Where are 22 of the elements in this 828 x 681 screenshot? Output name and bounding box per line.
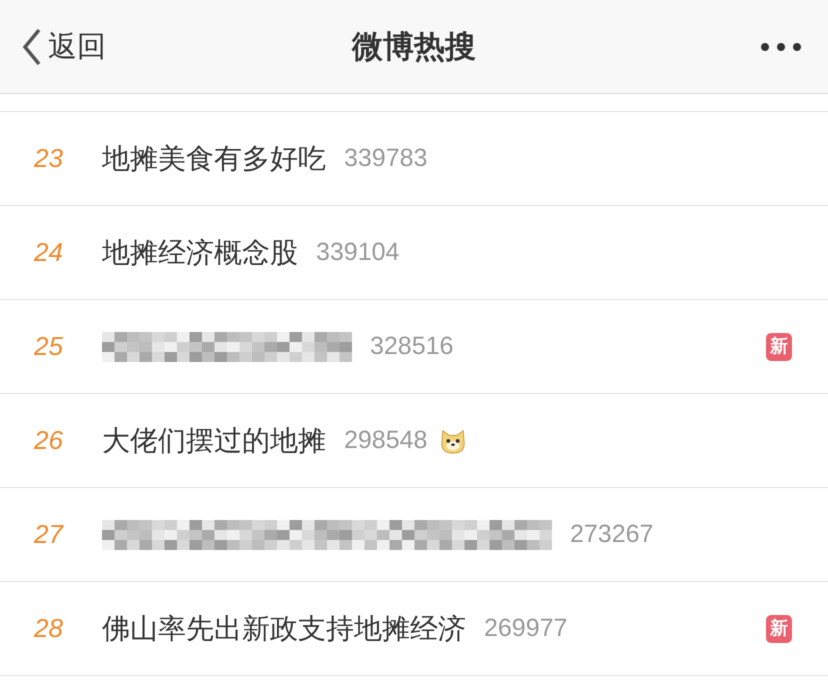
topic-title[interactable]: 地摊经济概念股 — [102, 234, 298, 272]
search-count: 273267 — [570, 520, 654, 549]
rank-number: 25 — [34, 331, 64, 362]
topic-title[interactable]: 地摊美食有多好吃 — [102, 140, 326, 178]
new-badge: 新 — [766, 332, 792, 360]
search-count: 298548 — [344, 426, 428, 455]
more-icon[interactable] — [760, 42, 802, 52]
rank-number: 23 — [34, 143, 64, 174]
back-button[interactable]: 返回 — [22, 26, 106, 66]
rank-number: 26 — [34, 425, 64, 456]
topic-title[interactable]: 大佬们摆过的地摊 — [102, 422, 326, 460]
search-count: 269977 — [484, 614, 568, 643]
topic-title[interactable]: 佛山率先出新政支持地摊经济 — [102, 610, 466, 648]
search-count: 339104 — [316, 238, 400, 267]
search-count: 328516 — [370, 332, 454, 361]
new-badge: 新 — [766, 614, 792, 642]
rank-number: 27 — [34, 519, 65, 550]
search-count: 339783 — [344, 144, 428, 173]
rank-number: 28 — [34, 613, 64, 644]
back-chevron-icon — [22, 26, 42, 66]
page-title: 微博热搜 — [350, 28, 477, 66]
rank-number: 24 — [34, 237, 64, 268]
